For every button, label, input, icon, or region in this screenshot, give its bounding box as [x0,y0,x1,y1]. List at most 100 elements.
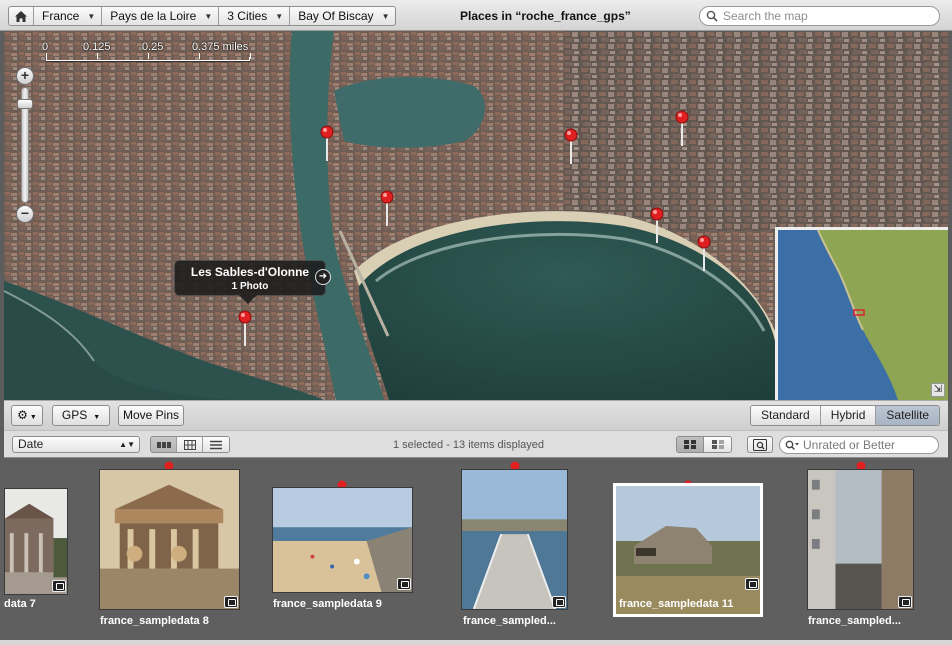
photo-image [4,488,68,595]
bunker-photo [616,486,760,614]
search-input[interactable] [723,9,923,23]
resize-handle[interactable]: ⇲ [931,383,945,397]
map-pin[interactable] [675,110,689,146]
map-pin[interactable] [697,235,711,271]
zoom-out-button[interactable]: − [16,205,34,223]
resize-icon: ⇲ [933,384,943,395]
breadcrumb-label: Bay Of Biscay [298,9,374,23]
browser-toolbar: Date ▲▼ 1 selected - 13 items displayed [4,430,948,458]
callout-subtitle: 1 Photo [231,281,269,292]
scale-tick [199,53,200,59]
zoom-in-button[interactable]: + [16,67,34,85]
map-pin[interactable] [380,190,394,226]
place-callout[interactable]: Les Sables-d'Olonne 1 Photo ➜ [174,260,331,304]
chevron-down-icon: ▼ [204,11,213,21]
map-pin[interactable] [650,207,664,243]
carousel-photo [100,470,239,609]
photo-image [272,487,413,593]
map-type-standard[interactable]: Standard [751,406,821,425]
street-photo [808,470,913,609]
breadcrumb-country[interactable]: France ▼ [34,7,103,25]
scale-label: 0 [42,41,49,53]
rating-filter-field[interactable] [779,436,939,454]
breadcrumb: France ▼ Pays de la Loire ▼ 3 Cities ▼ B… [8,6,397,26]
map-pin[interactable] [564,128,578,164]
zoom-control: + − [16,67,34,223]
chevron-down-icon: ▼ [29,414,37,421]
scale-label: 0.125 [83,41,111,53]
filmstrip-view-button[interactable] [151,437,177,452]
page-title: Places in “roche_france_gps” [460,9,631,23]
gear-icon: ⚙ [17,408,28,422]
quick-look-icon [753,438,767,451]
large-thumbnails-button[interactable] [677,437,704,452]
filmstrip-icon [156,441,171,448]
selection-status: 1 selected - 13 items displayed [393,439,545,451]
chevron-down-icon: ▼ [381,11,390,21]
toolbar: France ▼ Pays de la Loire ▼ 3 Cities ▼ B… [0,0,952,31]
photo-caption: france_sampledata 9 [273,598,382,610]
grid-icon [183,439,196,450]
photo-image [613,483,763,617]
small-thumbnails-button[interactable] [704,437,731,452]
large-thumbnails-icon [684,440,696,449]
beach-photo [273,488,412,592]
breadcrumb-region[interactable]: Pays de la Loire ▼ [102,7,220,25]
scale-label: 0.25 [142,41,164,53]
callout-pointer [239,295,257,304]
search-icon [706,10,718,22]
rating-filter-input[interactable] [803,438,923,452]
scale-tick [97,53,98,59]
callout-detail-button[interactable]: ➜ [315,269,331,285]
breadcrumb-cities[interactable]: 3 Cities ▼ [219,7,291,25]
map-pin[interactable] [238,310,252,346]
map-type-satellite[interactable]: Satellite [876,406,940,425]
map-search-field[interactable] [699,6,940,26]
home-icon [15,10,27,22]
photo-caption: france_sampled... [808,615,901,627]
gps-button[interactable]: GPS ▼ [52,405,110,426]
zoom-slider-knob[interactable] [17,99,33,109]
gps-button-label: GPS [61,408,88,422]
overview-inset-map[interactable]: ⇲ [775,227,948,400]
sort-select[interactable]: Date ▲▼ [12,436,140,453]
photo-image [461,469,568,610]
photo-edit-badge [397,578,411,590]
breadcrumb-label: Pays de la Loire [110,9,197,23]
photo-caption: france_sampledata 8 [100,615,209,627]
satellite-map[interactable]: 0 0.125 0.25 0.375 miles + − Les Sables-… [4,31,948,400]
map-type-selector: Standard Hybrid Satellite [750,405,941,426]
scale-tick [46,53,47,59]
list-view-button[interactable] [203,437,229,452]
breadcrumb-label: France [42,9,80,23]
photo-caption: data 7 [4,598,36,610]
home-button[interactable] [9,7,34,25]
grid-view-button[interactable] [177,437,203,452]
chevron-down-icon: ▼ [93,414,101,421]
photo-image [99,469,240,610]
carousel-photo [5,489,67,594]
photo-edit-badge [52,580,66,592]
photo-edit-badge [898,596,912,608]
quick-look-button[interactable] [747,436,773,453]
map-type-hybrid[interactable]: Hybrid [820,406,877,425]
action-menu-button[interactable]: ⚙ ▼ [11,405,43,426]
photo-edit-badge [745,578,759,590]
photo-edit-badge [552,596,566,608]
move-pins-button[interactable]: Move Pins [118,405,184,426]
photo-caption: france_sampled... [463,615,556,627]
scale-tick [250,53,251,59]
photo-browser: data 7 france_sampledata 8 france_sample… [0,458,952,645]
window-bottom-edge [0,640,952,645]
list-icon [210,440,222,449]
map-pin[interactable] [320,125,334,161]
breadcrumb-place[interactable]: Bay Of Biscay ▼ [290,7,395,25]
map-control-bar: ⚙ ▼ GPS ▼ Move Pins Standard Hybrid Satell… [4,400,948,430]
photo-caption: france_sampledata 11 [619,598,734,610]
chevron-down-icon: ▼ [275,11,284,21]
arrow-right-icon: ➜ [318,271,328,282]
thumbnail-size-selector [676,436,732,453]
chevron-updown-icon: ▲▼ [119,440,135,449]
search-icon [785,440,799,450]
scale-tick [148,53,149,59]
